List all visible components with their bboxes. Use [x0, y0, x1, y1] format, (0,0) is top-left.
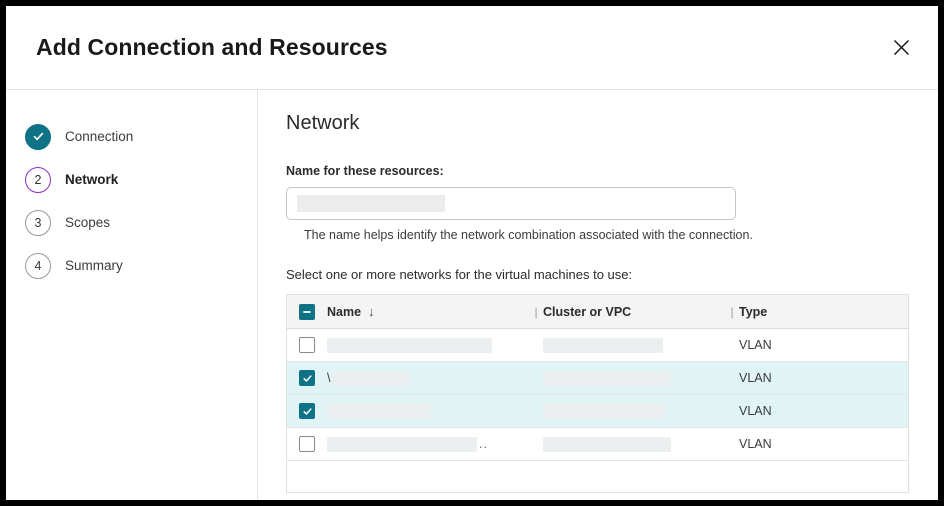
step-item-connection[interactable]: Connection: [6, 115, 257, 158]
name-prefix: \: [327, 371, 330, 385]
arrow-down-icon: ↓: [368, 305, 375, 318]
cell-type: VLAN: [739, 404, 908, 418]
step-label-connection: Connection: [65, 129, 133, 144]
row-select-cell: [287, 370, 327, 386]
cell-type: VLAN: [739, 437, 908, 451]
cell-name: [327, 404, 529, 419]
name-helper-text: The name helps identify the network comb…: [304, 228, 938, 242]
column-header-type[interactable]: Type: [739, 303, 908, 321]
redacted-input-value: [297, 195, 445, 212]
close-icon[interactable]: [886, 33, 916, 63]
table-row[interactable]: \ VLAN: [287, 362, 908, 395]
networks-table: Name ↓ | Cluster or VPC | Type: [286, 294, 909, 493]
cell-name: \: [327, 371, 529, 386]
cell-cluster: [543, 404, 725, 419]
cell-name: ..: [327, 437, 529, 452]
dialog-body: Connection 2 Network 3 Scopes 4 Summary …: [6, 90, 938, 500]
redacted-name: [327, 437, 477, 452]
cell-type: VLAN: [739, 371, 908, 385]
dialog-title: Add Connection and Resources: [36, 34, 388, 61]
step-label-scopes: Scopes: [65, 215, 110, 230]
wizard-stepper: Connection 2 Network 3 Scopes 4 Summary: [6, 90, 258, 500]
step-number-summary: 4: [25, 253, 51, 279]
redacted-cluster: [543, 371, 671, 386]
row-select-cell: [287, 337, 327, 353]
select-all-checkbox[interactable]: [299, 304, 315, 320]
step-label-network: Network: [65, 172, 118, 187]
redacted-cluster: [543, 338, 663, 353]
name-field-label: Name for these resources:: [286, 164, 938, 178]
page-title: Network: [286, 112, 938, 135]
name-input[interactable]: [286, 187, 736, 220]
row-checkbox[interactable]: [299, 436, 315, 452]
redacted-name: [332, 371, 410, 386]
column-divider-2: |: [725, 305, 739, 319]
select-all-cell: [287, 304, 327, 320]
table-row[interactable]: VLAN: [287, 329, 908, 362]
content-panel: Network Name for these resources: The na…: [258, 90, 938, 500]
redacted-name: [327, 404, 431, 419]
column-header-cluster[interactable]: Cluster or VPC: [543, 305, 725, 319]
column-header-type-label: Type: [739, 305, 767, 319]
add-connection-dialog: Add Connection and Resources Connecti: [6, 6, 938, 500]
redacted-cluster: [543, 437, 671, 452]
screen: Add Connection and Resources Connecti: [0, 0, 944, 506]
check-icon: [25, 124, 51, 150]
cell-type: VLAN: [739, 338, 908, 352]
step-item-summary[interactable]: 4 Summary: [6, 244, 257, 287]
step-number-network: 2: [25, 167, 51, 193]
column-divider-1: |: [529, 305, 543, 319]
cell-cluster: [543, 338, 725, 353]
network-select-prompt: Select one or more networks for the virt…: [286, 267, 938, 282]
cell-name: [327, 338, 529, 353]
step-label-summary: Summary: [65, 258, 123, 273]
dialog-header: Add Connection and Resources: [6, 6, 938, 90]
step-item-network[interactable]: 2 Network: [6, 158, 257, 201]
column-header-cluster-label: Cluster or VPC: [543, 305, 631, 319]
step-number-scopes: 3: [25, 210, 51, 236]
redacted-cluster: [543, 404, 665, 419]
redacted-name: [327, 338, 492, 353]
row-checkbox[interactable]: [299, 370, 315, 386]
row-checkbox[interactable]: [299, 403, 315, 419]
table-row[interactable]: .. VLAN: [287, 428, 908, 461]
cell-cluster: [543, 437, 725, 452]
table-row-partial: [287, 461, 908, 493]
cell-cluster: [543, 371, 725, 386]
table-header-row: Name ↓ | Cluster or VPC | Type: [287, 295, 908, 329]
name-suffix: ..: [479, 437, 488, 451]
table-row[interactable]: VLAN: [287, 395, 908, 428]
column-header-name-label: Name: [327, 305, 361, 319]
step-item-scopes[interactable]: 3 Scopes: [6, 201, 257, 244]
row-select-cell: [287, 403, 327, 419]
row-checkbox[interactable]: [299, 337, 315, 353]
row-select-cell: [287, 436, 327, 452]
column-header-name[interactable]: Name ↓: [327, 305, 529, 319]
